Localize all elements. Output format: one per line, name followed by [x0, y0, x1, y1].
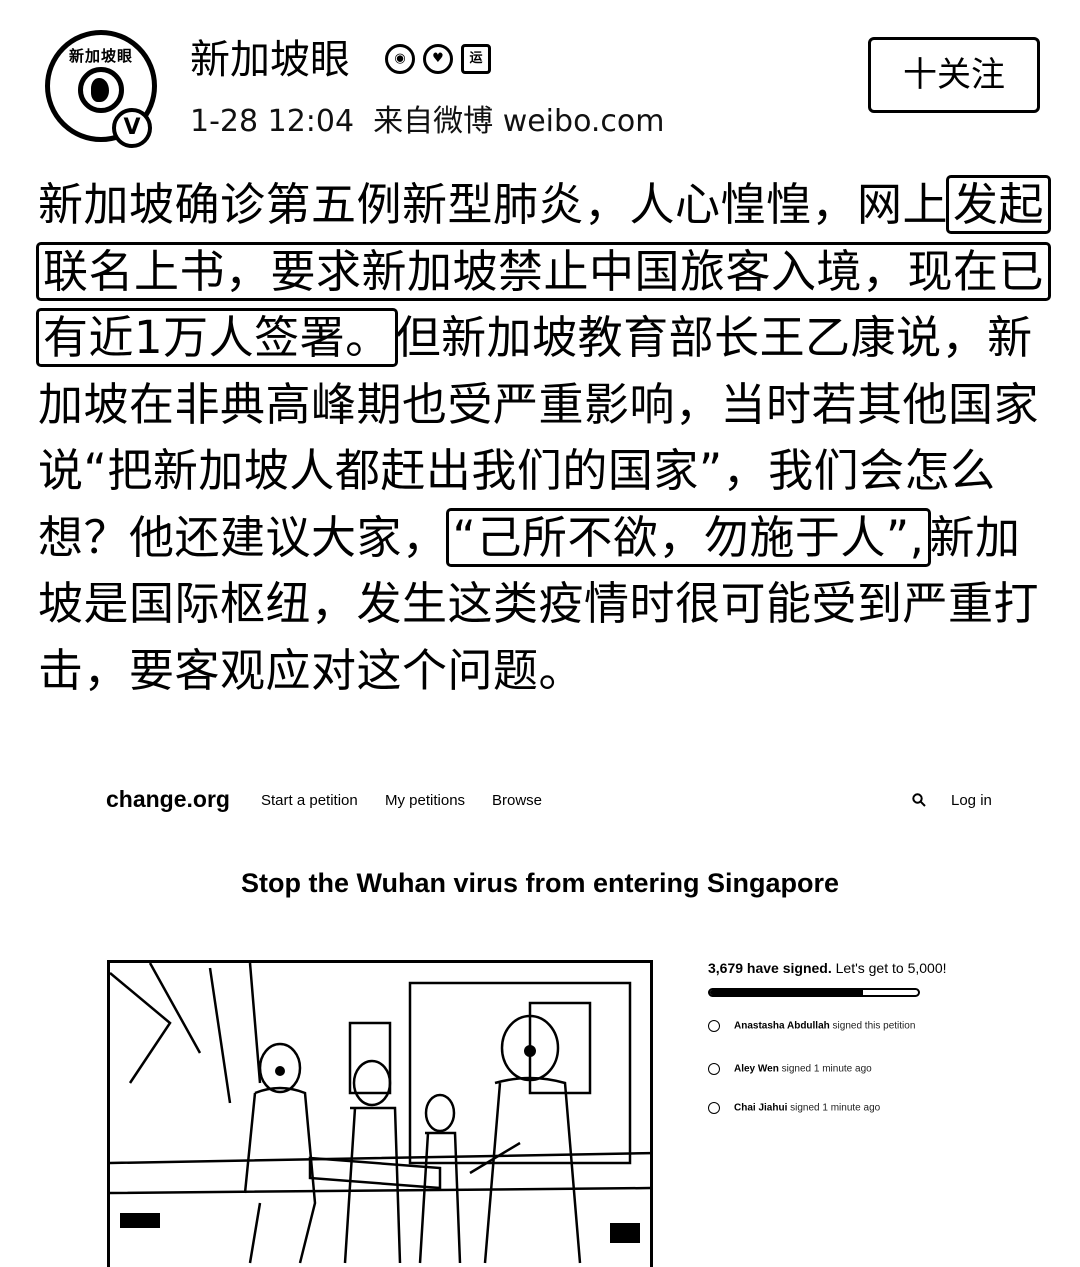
recent-signer: Aley Wen signed 1 minute ago: [708, 1063, 872, 1075]
signature-count: 3,679 have signed. Let's get to 5,000!: [708, 960, 1008, 976]
post-text-part: 新加坡确诊第五例新型肺炎，人心惶惶，网上: [38, 178, 949, 231]
signer-name: Anastasha Abdullah: [734, 1020, 830, 1032]
follow-button[interactable]: 十关注: [868, 37, 1040, 113]
petition-photo: [107, 960, 653, 1267]
changeorg-logo[interactable]: change.org: [106, 786, 230, 813]
post-timestamp: 1-28 12:04: [190, 104, 355, 139]
signer-avatar-icon: [708, 1063, 720, 1075]
signer-avatar-icon: [708, 1102, 720, 1114]
vip-badge-icon[interactable]: ♥: [423, 44, 453, 74]
eye-icon: [78, 67, 124, 113]
login-link[interactable]: Log in: [951, 792, 992, 809]
recent-signer: Chai Jiahui signed 1 minute ago: [708, 1102, 880, 1114]
signature-goal: Let's get to 5,000!: [835, 960, 947, 976]
signature-progress-fill: [710, 990, 864, 995]
post-text: 新加坡确诊第五例新型肺炎，人心惶惶，网上 发起联名上书，要求新加坡禁止中国旅客入境…: [36, 172, 1052, 704]
signer-action: signed this petition: [832, 1020, 916, 1032]
signer-name: Aley Wen: [734, 1063, 779, 1075]
signer-name: Chai Jiahui: [734, 1102, 788, 1114]
signer-avatar-icon: [708, 1020, 720, 1032]
search-icon[interactable]: [912, 793, 926, 807]
username[interactable]: 新加坡眼: [190, 34, 350, 86]
nav-start-petition[interactable]: Start a petition: [261, 792, 358, 809]
highlighted-text: “己所不欲，勿施于人”,: [445, 507, 932, 567]
luck-badge-icon[interactable]: 运: [461, 44, 491, 74]
petition-sidebar: 3,679 have signed. Let's get to 5,000! A…: [708, 960, 1008, 1114]
photo-illustration: [110, 963, 650, 1264]
post-source[interactable]: 来自微博 weibo.com: [373, 104, 664, 139]
signed-count: 3,679 have signed.: [708, 960, 832, 976]
user-badges: ◉ ♥ 运: [385, 44, 491, 74]
nav-my-petitions[interactable]: My petitions: [385, 792, 465, 809]
avatar-logo-text: 新加坡眼: [68, 47, 133, 65]
petition-title: Stop the Wuhan virus from entering Singa…: [240, 868, 840, 898]
recent-signer: Anastasha Abdullah signed this petition: [708, 1020, 915, 1032]
signer-action: signed 1 minute ago: [790, 1102, 881, 1114]
changeorg-navbar: change.org Start a petition My petitions…: [0, 780, 1080, 824]
signature-progress-bar: [708, 988, 920, 997]
post-meta: 1-28 12:04 来自微博 weibo.com: [190, 100, 665, 144]
eye-badge-icon[interactable]: ◉: [385, 44, 415, 74]
signer-action: signed 1 minute ago: [781, 1063, 872, 1075]
verified-badge-icon: V: [112, 108, 152, 148]
nav-browse[interactable]: Browse: [492, 792, 542, 809]
